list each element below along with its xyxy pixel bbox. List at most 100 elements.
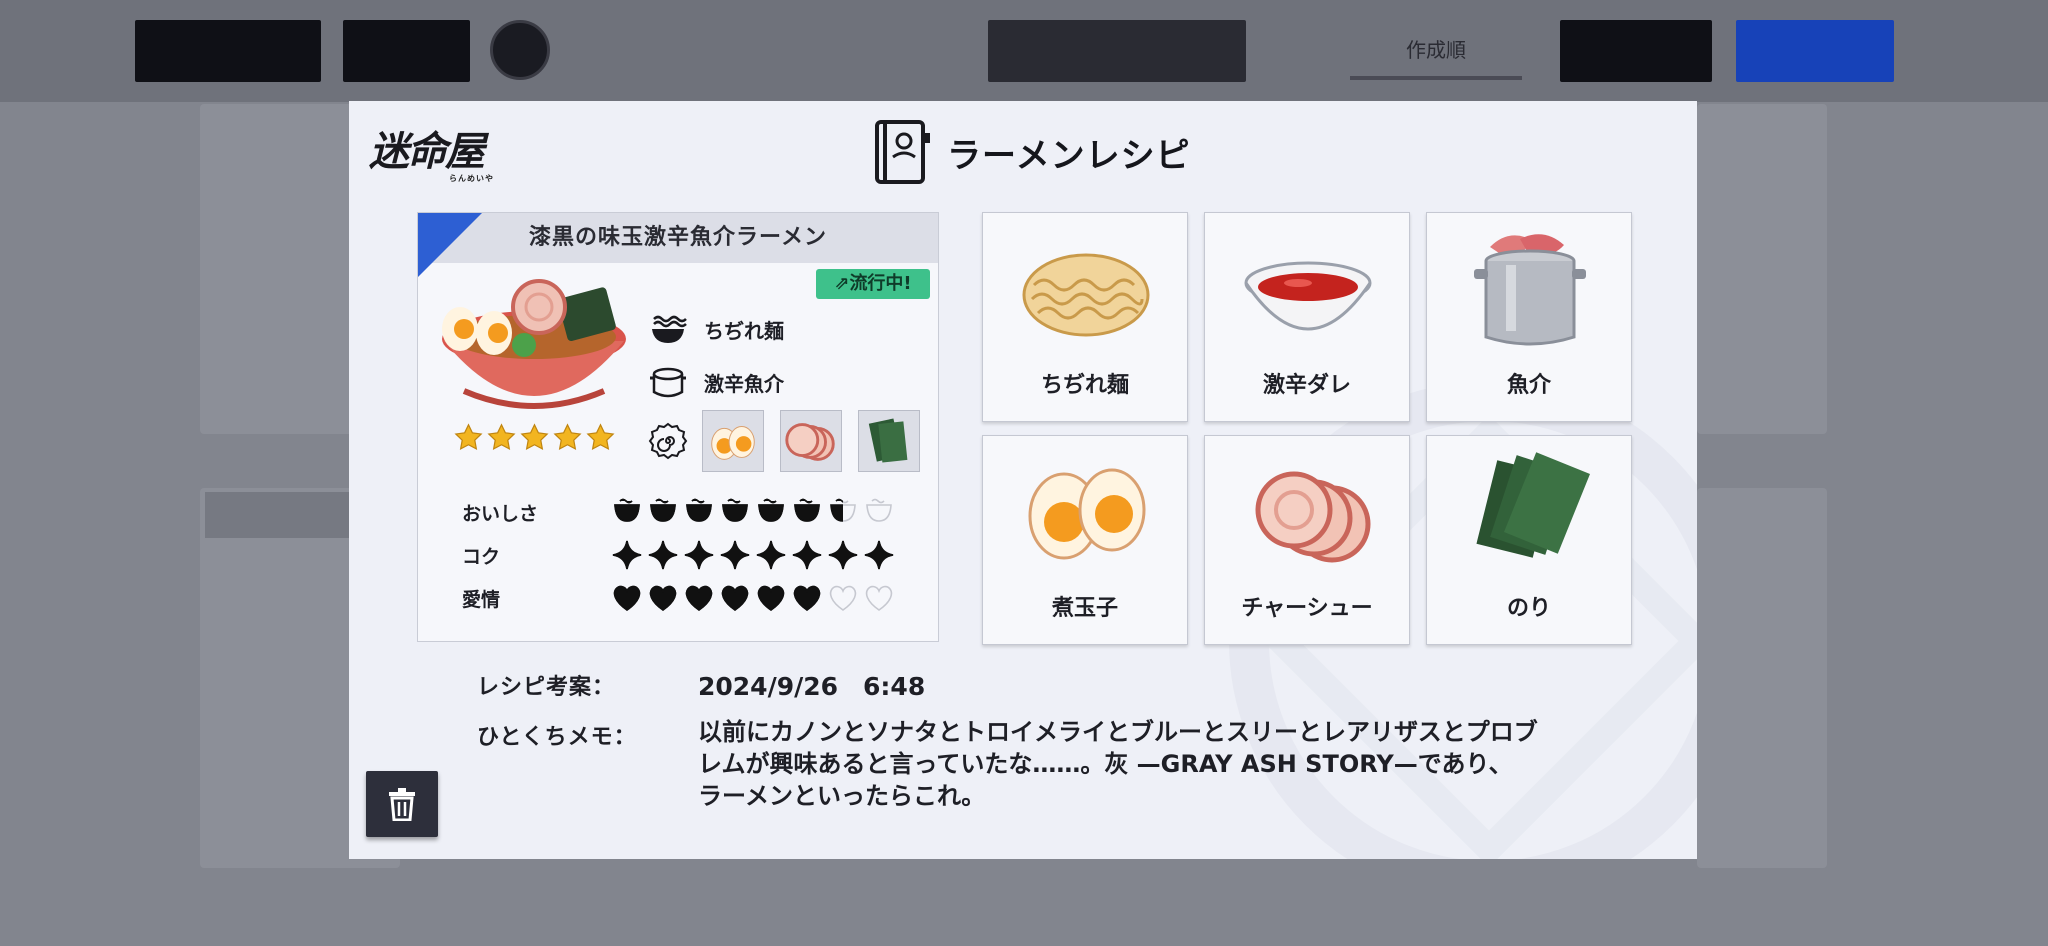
noodles-icon — [1022, 253, 1150, 337]
heart-icon — [865, 585, 893, 611]
sparkle-icon — [612, 540, 642, 570]
ingredient-tile[interactable]: のり — [1426, 435, 1632, 645]
ingredient-tile[interactable]: 煮玉子 — [982, 435, 1188, 645]
ingredient-label: のり — [1506, 596, 1551, 621]
heart-icon — [829, 585, 857, 611]
naruto-icon — [648, 422, 688, 460]
background-filter-button — [1560, 20, 1712, 82]
trash-icon — [389, 788, 415, 821]
sparkle-icon — [684, 540, 714, 570]
bowl-icon — [650, 498, 676, 522]
card-corner-accent — [418, 213, 482, 277]
background-create-button — [1736, 20, 1894, 82]
boiled-egg-icon — [1028, 468, 1146, 560]
ingredient-tile[interactable]: 激辛ダレ — [1204, 212, 1410, 422]
sparkle-icon — [720, 540, 750, 570]
ramen-bowl-image — [442, 279, 626, 409]
star-icon — [487, 423, 516, 450]
background-search-field — [988, 20, 1246, 82]
ingredient-label: 煮玉子 — [1051, 596, 1118, 621]
ingredient-label: ちぢれ麺 — [1040, 373, 1129, 398]
stat-marks — [612, 583, 894, 613]
spicy-sauce-icon — [1244, 261, 1372, 331]
bowl-icon — [614, 498, 640, 522]
heart-icon — [793, 585, 821, 611]
stat-label-taste: おいしさ — [462, 502, 539, 525]
rating-stars — [454, 423, 615, 452]
star-icon — [553, 423, 582, 450]
recipe-modal: 迷命屋 らんめいや ラーメンレシピ 漆黒の味玉激辛魚介ラーメン ⇗流行中! ちぢ… — [349, 101, 1697, 859]
bowl-icon — [722, 498, 748, 522]
modal-title: ラーメンレシピ — [947, 135, 1191, 176]
bowl-icon — [830, 498, 856, 522]
chashu-icon — [785, 423, 835, 461]
background-clock-icon — [490, 20, 550, 80]
heart-icon — [685, 585, 713, 611]
ingredient-label: 激辛ダレ — [1262, 373, 1351, 398]
nori-icon — [868, 418, 908, 463]
ingredient-tile[interactable]: ちぢれ麺 — [982, 212, 1188, 422]
bowl-icon — [758, 498, 784, 522]
memo-text: 以前にカノンとソナタとトロイメライとブルーとスリーとレアリザスとプロブ レムが興… — [698, 716, 1638, 812]
bowl-icon — [866, 498, 892, 522]
noodle-bowl-icon — [652, 315, 687, 343]
sparkle-icon — [792, 540, 822, 570]
ingredient-label: チャーシュー — [1241, 596, 1373, 621]
heart-icon — [613, 585, 641, 611]
trend-badge: ⇗流行中! — [816, 269, 930, 299]
stat-row-richness: コク — [462, 538, 894, 572]
background-recipe-panel-right-bottom — [1697, 488, 1827, 868]
star-icon — [520, 423, 549, 450]
recipe-book-icon — [875, 120, 930, 184]
background-back-button — [135, 20, 321, 82]
background-recipe-panel-right-top — [1697, 104, 1827, 434]
stat-label-richness: コク — [462, 545, 501, 568]
memo-line: ラーメンといったらこれ。 — [698, 782, 986, 810]
memo-label: ひとくちメモ： — [477, 725, 637, 750]
star-icon — [454, 423, 483, 450]
background-menu-button — [343, 20, 470, 82]
background-sort-tab: 作成順 — [1350, 34, 1522, 80]
ingredient-tile[interactable]: チャーシュー — [1204, 435, 1410, 645]
nori-icon — [1476, 452, 1590, 558]
bowl-icon — [794, 498, 820, 522]
soup-pot-icon — [650, 367, 686, 398]
stat-row-love: 愛情 — [462, 581, 894, 615]
star-icon — [586, 423, 615, 450]
heart-icon — [721, 585, 749, 611]
bowl-icon — [686, 498, 712, 522]
date-value: 2024/9/26 6:48 — [698, 672, 926, 701]
recipe-name: 漆黒の味玉激辛魚介ラーメン — [418, 213, 938, 263]
topping-slot-egg — [702, 410, 764, 472]
recipe-card: 漆黒の味玉激辛魚介ラーメン ⇗流行中! ちぢれ麺 激辛魚介 おいしさ コク 愛情 — [417, 212, 939, 642]
sparkle-icon — [864, 540, 894, 570]
heart-icon — [649, 585, 677, 611]
shop-logo: 迷命屋 らんめいや — [369, 128, 494, 183]
stat-label-love: 愛情 — [462, 588, 501, 611]
topping-slot-nori — [858, 410, 920, 472]
stat-row-taste: おいしさ — [462, 495, 894, 529]
sparkle-icon — [648, 540, 678, 570]
memo-line: レムが興味あると言っていたな……。灰 —GRAY ASH STORY—であり、 — [698, 750, 1513, 778]
noodle-label: ちぢれ麺 — [704, 318, 784, 343]
modal-header: ラーメンレシピ — [873, 117, 1191, 187]
soup-row: 激辛魚介 — [648, 362, 784, 402]
stat-marks — [612, 497, 894, 527]
sparkle-icon — [756, 540, 786, 570]
noodle-row: ちぢれ麺 — [648, 309, 784, 349]
memo-line: 以前にカノンとソナタとトロイメライとブルーとスリーとレアリザスとプロブ — [698, 718, 1538, 746]
seafood-pot-icon — [1474, 234, 1586, 346]
stat-marks — [612, 540, 894, 570]
delete-button[interactable] — [366, 771, 438, 837]
trend-chart-icon: ⇗ — [834, 273, 850, 294]
chashu-icon — [1255, 471, 1371, 563]
boiled-egg-icon — [711, 426, 755, 460]
background-panel-header — [205, 492, 355, 538]
sparkle-icon — [828, 540, 858, 570]
topping-slot-chashu — [780, 410, 842, 472]
ingredient-label: 魚介 — [1506, 373, 1551, 398]
heart-icon — [757, 585, 785, 611]
date-label: レシピ考案： — [477, 675, 616, 700]
ingredient-tile[interactable]: 魚介 — [1426, 212, 1632, 422]
soup-label: 激辛魚介 — [704, 371, 784, 396]
